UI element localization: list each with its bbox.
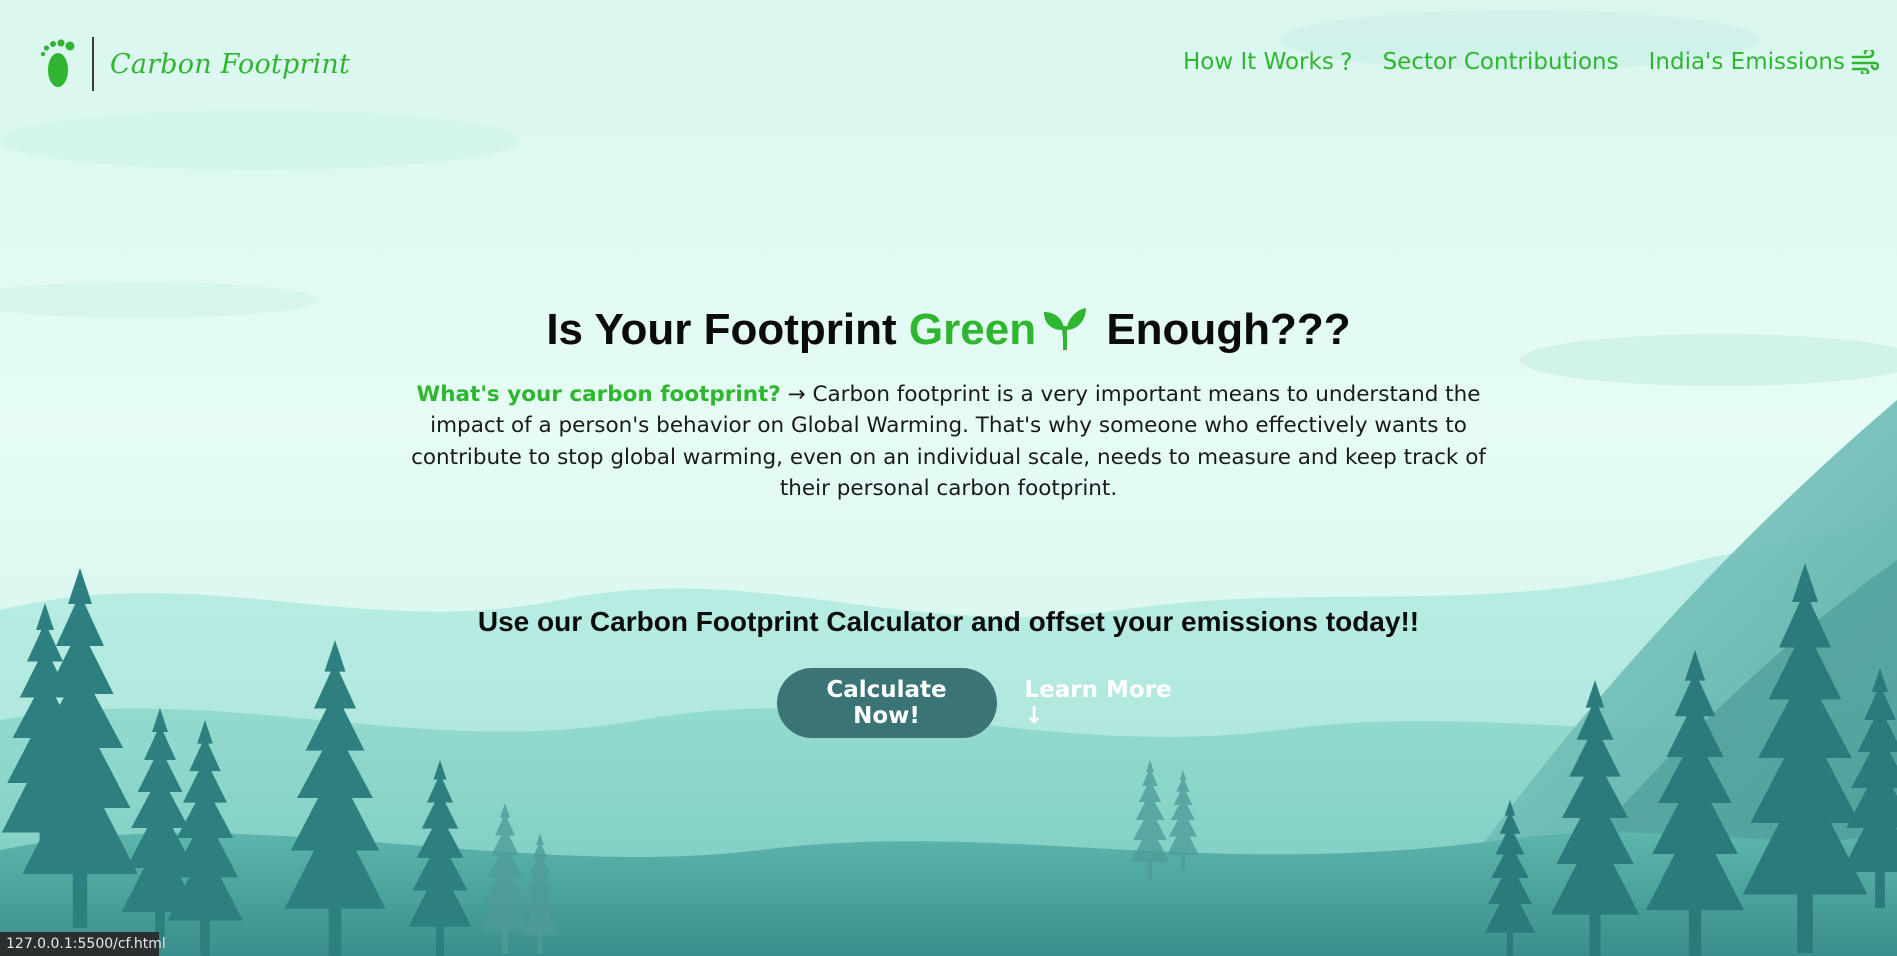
cta-buttons: Calculate Now! Learn More ↓ [0, 668, 1897, 738]
hero-title-green: Green [908, 305, 1037, 355]
browser-status-url: 127.0.0.1:5500/cf.html [0, 932, 166, 956]
site-header: Carbon Footprint How It Works ? Sector C… [0, 0, 1897, 120]
cta-heading: Use our Carbon Footprint Calculator and … [477, 606, 1420, 637]
hero-title-part2: Enough??? [1106, 305, 1351, 355]
nav-how-it-works[interactable]: How It Works ? [1183, 48, 1353, 76]
question-icon: ? [1339, 48, 1353, 76]
calculate-now-button[interactable]: Calculate Now! [776, 668, 997, 738]
main-nav: How It Works ? Sector Contributions Indi… [1183, 48, 1879, 76]
hero-title-part1: Is Your Footprint [546, 305, 897, 355]
nav-indias-emissions-label: India's Emissions [1648, 49, 1845, 75]
nav-sector-contributions[interactable]: Sector Contributions [1383, 48, 1619, 76]
intro-question: What's your carbon footprint? [416, 381, 781, 407]
brand-logo[interactable]: Carbon Footprint [40, 36, 350, 92]
intro-paragraph: What's your carbon footprint? → Carbon f… [400, 379, 1497, 505]
sprout-icon [1044, 308, 1087, 351]
wind-icon [1851, 50, 1879, 74]
footprint-icon [40, 39, 75, 87]
learn-more-button[interactable]: Learn More ↓ [1019, 676, 1181, 730]
nav-indias-emissions[interactable]: India's Emissions [1649, 48, 1879, 76]
nav-sector-contributions-label: Sector Contributions [1382, 49, 1619, 75]
intro-arrow: → [787, 381, 806, 407]
hero-title: Is Your Footprint Green Enough??? [0, 305, 1897, 355]
nav-how-it-works-label: How It Works [1182, 49, 1334, 75]
logo-divider [92, 37, 94, 91]
brand-name: Carbon Footprint [110, 48, 351, 80]
